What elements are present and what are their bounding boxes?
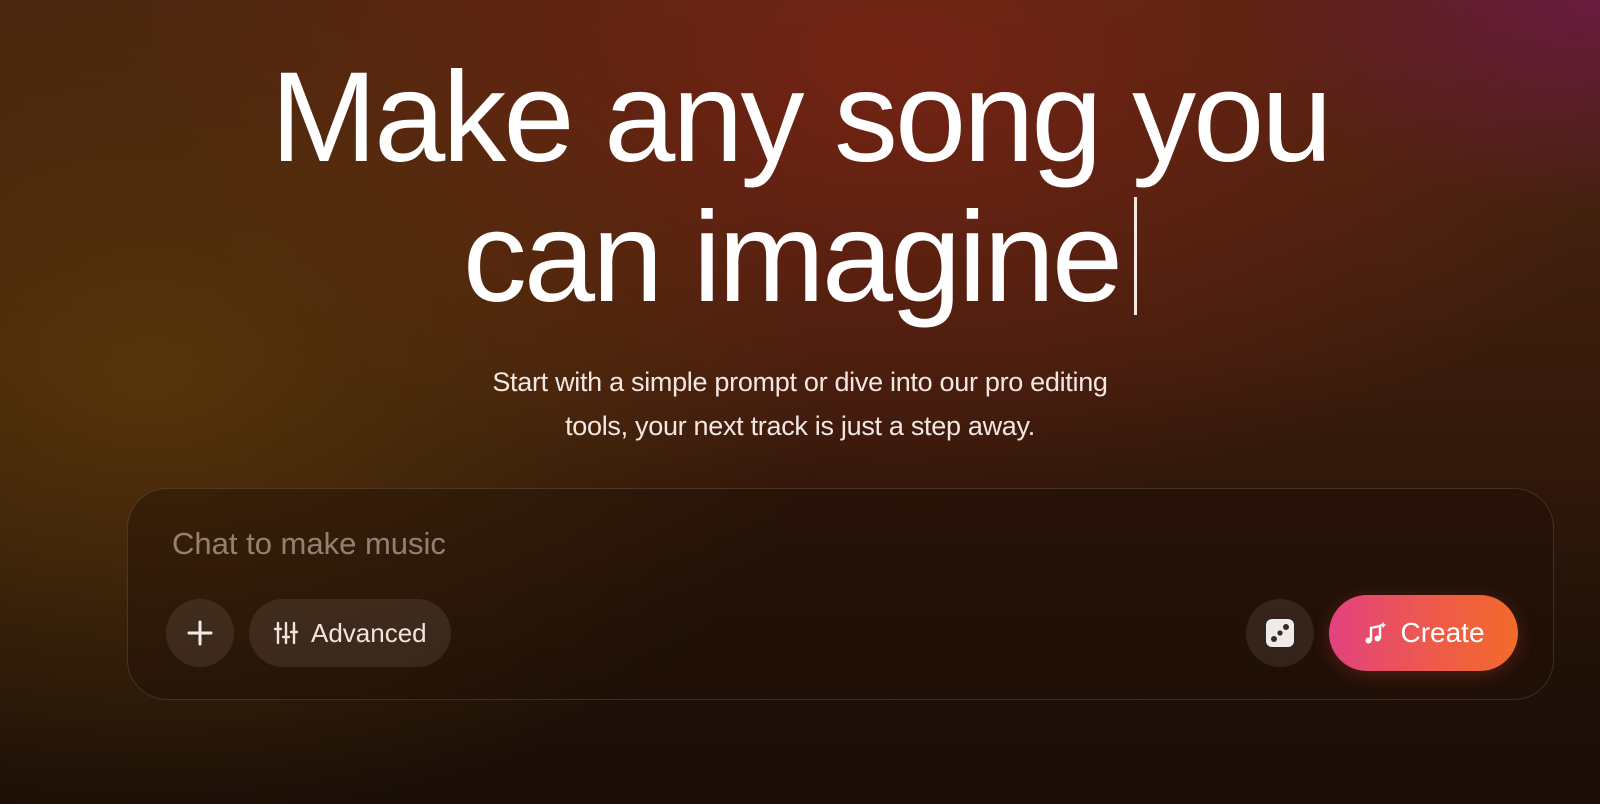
dice-icon xyxy=(1264,617,1296,649)
text-caret xyxy=(1134,197,1138,315)
page-subtitle: Start with a simple prompt or dive into … xyxy=(450,360,1150,448)
create-button-label: Create xyxy=(1400,617,1485,648)
music-note-sparkle-icon xyxy=(1362,620,1388,646)
random-prompt-button[interactable] xyxy=(1246,599,1314,667)
create-button[interactable]: Create xyxy=(1329,595,1518,671)
advanced-button-label: Advanced xyxy=(311,617,427,648)
subtitle-line-2: tools, your next track is just a step aw… xyxy=(565,411,1035,441)
prompt-composer: Advanced Create xyxy=(127,488,1554,700)
add-button[interactable] xyxy=(166,599,234,667)
headline-line-1: Make any song you xyxy=(270,46,1333,189)
subtitle-line-1: Start with a simple prompt or dive into … xyxy=(492,367,1108,397)
sliders-icon xyxy=(273,620,299,646)
plus-icon xyxy=(186,619,214,647)
headline-line-2-text: can imagine xyxy=(462,186,1123,329)
advanced-button[interactable]: Advanced xyxy=(249,599,451,667)
hero-section: Make any song you can imagine Start with… xyxy=(0,48,1600,448)
page-title: Make any song you can imagine xyxy=(200,48,1400,328)
prompt-input[interactable] xyxy=(172,521,1272,567)
headline-line-2: can imagine xyxy=(200,188,1400,328)
